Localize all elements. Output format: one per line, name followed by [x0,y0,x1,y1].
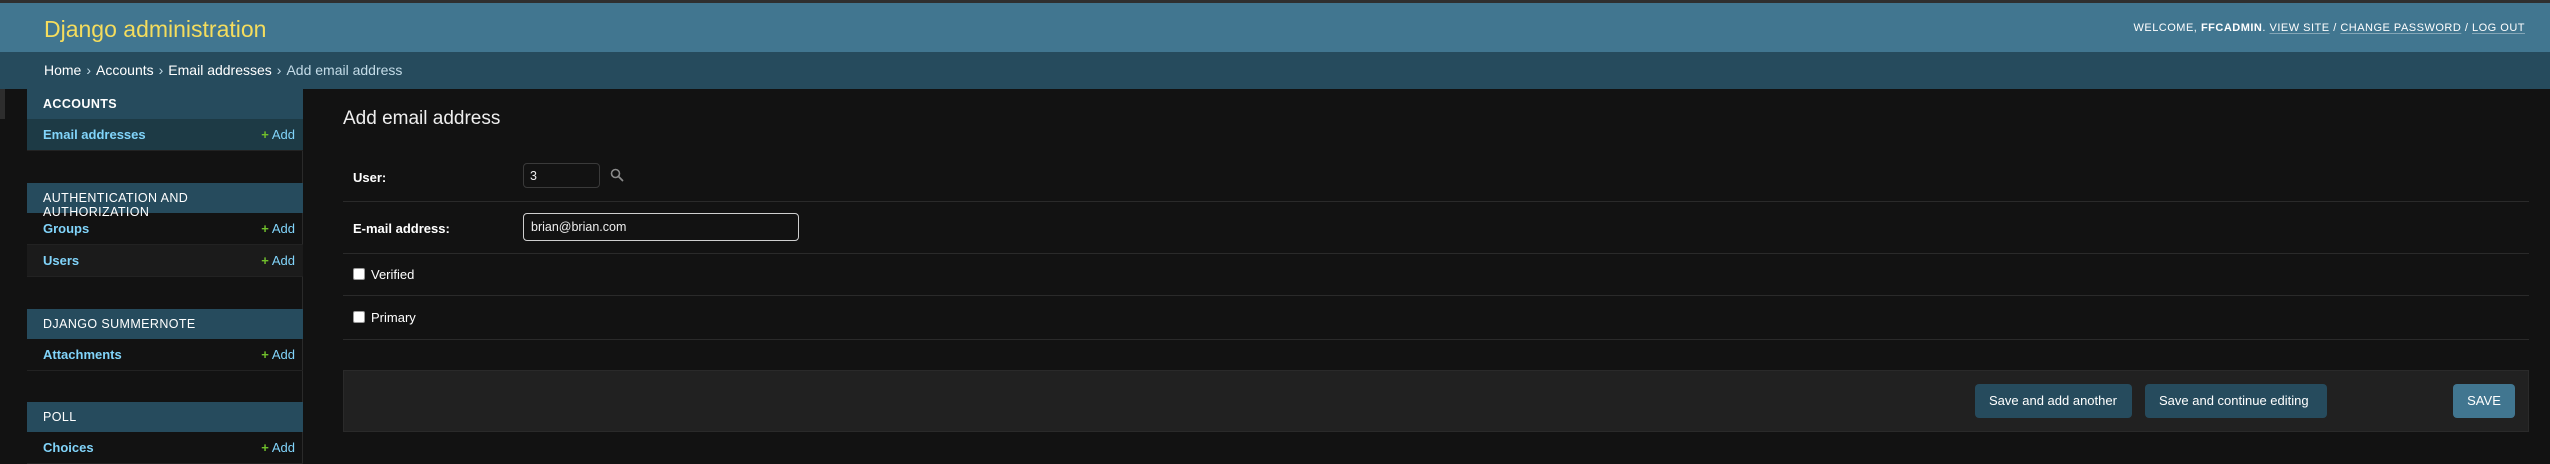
add-label: Add [271,221,295,236]
plus-icon: + [261,221,269,236]
breadcrumb-current: Add email address [286,62,403,78]
form-row-user: User: [343,152,2529,202]
save-button[interactable]: SAVE [2453,384,2515,418]
add-choice-link[interactable]: + Add [261,440,295,455]
sidebar-toggle-gutter[interactable] [0,89,27,464]
add-user-link[interactable]: + Add [261,253,295,268]
breadcrumb-separator: › [276,62,282,78]
header: Django administration Welcome, FFCADMIN.… [0,0,2550,52]
sidebar-item-attachments[interactable]: Attachments + Add [27,339,303,371]
view-site-link[interactable]: View site [2270,22,2330,34]
sidebar-item-groups[interactable]: Groups + Add [27,213,303,245]
breadcrumb-separator: › [86,62,92,78]
save-and-continue-button[interactable]: Save and continue editing [2145,384,2327,418]
primary-label[interactable]: Primary [371,310,416,325]
add-email-address-link[interactable]: + Add [261,127,295,142]
sidebar-item-email-addresses[interactable]: Email addresses + Add [27,119,303,151]
plus-icon: + [261,347,269,362]
user-tools-separator: / [2333,22,2337,34]
breadcrumb-email-addresses[interactable]: Email addresses [168,62,272,78]
sidebar-item-users[interactable]: Users + Add [27,245,303,277]
form-row-email: E-mail address: [343,202,2529,254]
module-caption-auth[interactable]: Authentication and Authorization [27,183,303,219]
add-label: Add [271,253,295,268]
user-label: User: [353,170,387,185]
user-input[interactable] [523,163,600,188]
breadcrumb-separator: › [158,62,164,78]
sidebar-item-choices[interactable]: Choices + Add [27,432,303,464]
plus-icon: + [261,440,269,455]
add-label: Add [271,440,295,455]
change-password-link[interactable]: Change password [2340,22,2461,34]
module-caption-accounts[interactable]: Accounts [27,89,303,119]
username: FFCADMIN [2200,22,2263,34]
user-tools: Welcome, FFCADMIN. View site / Change pa… [2133,22,2525,34]
plus-icon: + [261,253,269,268]
verified-label[interactable]: Verified [371,267,414,282]
add-group-link[interactable]: + Add [261,221,295,236]
email-label: E-mail address: [353,221,450,236]
email-field[interactable] [523,213,799,241]
model-link-groups[interactable]: Groups [43,221,89,236]
model-link-email-addresses[interactable]: Email addresses [43,127,146,142]
form-row-verified: Verified [343,254,2529,296]
magnifier-icon[interactable] [610,168,624,182]
plus-icon: + [261,127,269,142]
user-tools-separator: / [2464,22,2469,34]
primary-checkbox[interactable] [353,311,365,323]
module-caption-poll[interactable]: Poll [27,402,303,432]
sidebar-toggle-handle[interactable] [0,89,5,119]
breadcrumb-home[interactable]: Home [44,62,81,78]
model-link-choices[interactable]: Choices [43,440,94,455]
add-label: Add [271,127,295,142]
save-and-add-another-button[interactable]: Save and add another [1975,384,2132,418]
form-row-primary: Primary [343,296,2529,340]
log-out-link[interactable]: Log out [2472,22,2525,34]
add-attachment-link[interactable]: + Add [261,347,295,362]
add-label: Add [271,347,295,362]
verified-checkbox[interactable] [353,268,365,280]
model-link-attachments[interactable]: Attachments [43,347,122,362]
nav-sidebar: Accounts Email addresses + Add Authentica… [27,89,303,464]
breadcrumb-accounts[interactable]: Accounts [96,62,154,78]
model-link-users[interactable]: Users [43,253,79,268]
main-content: Add email address User: E-mail address: … [303,89,2550,464]
admin-page: Django administration Welcome, FFCADMIN.… [0,0,2550,464]
welcome-text: Welcome, [2133,22,2198,34]
submit-row: Save and add another Save and continue e… [343,370,2529,432]
site-name[interactable]: Django administration [44,16,266,43]
breadcrumb: Home › Accounts › Email addresses › Add email … [0,52,2550,89]
page-title: Add email address [343,108,501,129]
module-caption-summernote[interactable]: Django Summernote [27,309,303,339]
